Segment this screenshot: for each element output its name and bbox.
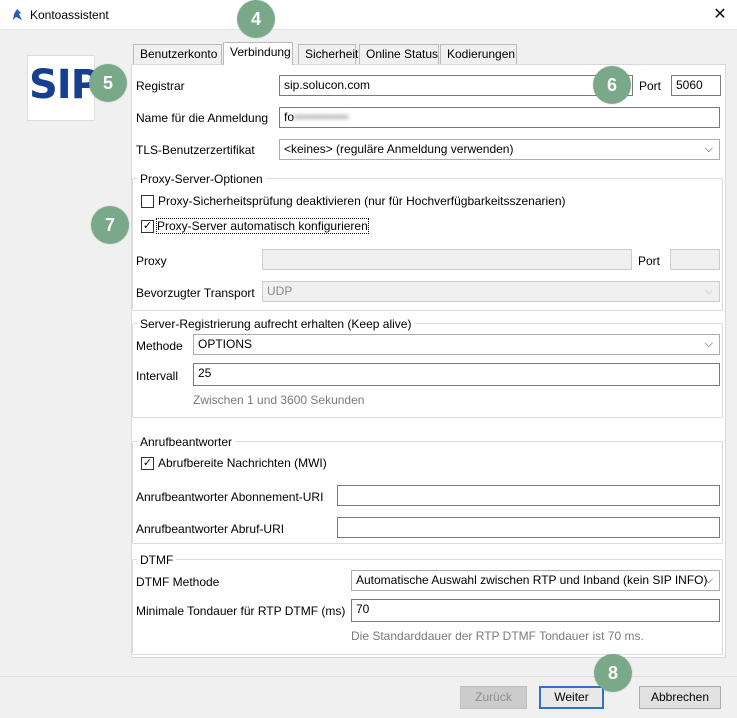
callout-badge-6: 6 (593, 66, 631, 104)
subscription-uri-label: Anrufbeantworter Abonnement-URI (136, 490, 324, 504)
callout-badge-7: 7 (91, 206, 129, 244)
proxy-input[interactable] (262, 249, 632, 270)
chevron-down-icon: ⌵ (704, 285, 713, 297)
callout-badge-5: 5 (89, 64, 127, 102)
chevron-down-icon: ⌵ (704, 574, 713, 586)
cancel-button[interactable]: Abbrechen (639, 686, 721, 709)
tab-sicherheit[interactable]: Sicherheit (298, 44, 358, 64)
mwi-checkbox[interactable]: ✓ (141, 457, 154, 470)
interval-label: Intervall (136, 369, 179, 383)
login-value-redacted: ••••••••••••• (294, 110, 349, 124)
back-button[interactable]: Zurück (460, 686, 527, 709)
port-label: Port (639, 79, 662, 93)
min-duration-label: Minimale Tondauer für RTP DTMF (ms) (136, 604, 346, 618)
next-button[interactable]: Weiter (539, 686, 604, 709)
keepalive-method-label: Methode (136, 339, 183, 353)
registrar-label: Registrar (136, 79, 185, 93)
callout-badge-8: 8 (594, 654, 632, 692)
login-value: fo (284, 110, 295, 124)
transport-select[interactable]: UDP ⌵ (262, 281, 720, 302)
chevron-down-icon: ⌵ (704, 338, 713, 350)
window-title: Kontoassistent (30, 8, 109, 22)
proxy-auto-checkbox[interactable]: ✓ (141, 220, 154, 233)
login-label: Name für die Anmeldung (136, 111, 269, 125)
proxy-security-label: Proxy-Sicherheitsprüfung deaktivieren (n… (158, 194, 566, 208)
app-icon (13, 9, 22, 20)
dtmf-method-label: DTMF Methode (136, 575, 220, 589)
tab-benutzerkonto[interactable]: Benutzerkonto (133, 44, 222, 64)
registrar-input[interactable]: sip.solucon.com (279, 75, 633, 96)
close-icon[interactable]: ✕ (707, 3, 733, 27)
subscription-uri-input[interactable] (337, 485, 720, 506)
tab-kodierungen[interactable]: Kodierungen (440, 44, 517, 64)
proxy-port-label: Port (638, 254, 661, 268)
title-bar (0, 0, 737, 30)
proxy-label: Proxy (136, 254, 167, 268)
dtmf-method-value: Automatische Auswahl zwischen RTP und In… (356, 573, 708, 587)
mwi-label: Abrufbereite Nachrichten (MWI) (158, 456, 327, 470)
retrieval-uri-label: Anrufbeantworter Abruf-URI (136, 522, 285, 536)
callout-badge-4: 4 (237, 0, 275, 38)
dtmf-title: DTMF (137, 553, 177, 567)
keepalive-title: Server-Registrierung aufrecht erhalten (… (137, 317, 415, 331)
tls-select[interactable]: <keines> (reguläre Anmeldung verwenden) … (279, 139, 720, 160)
interval-hint: Zwischen 1 und 3600 Sekunden (193, 393, 365, 407)
tls-value: <keines> (reguläre Anmeldung verwenden) (284, 142, 514, 156)
dtmf-hint: Die Standarddauer der RTP DTMF Tondauer … (351, 629, 644, 643)
voicemail-title: Anrufbeantworter (137, 435, 236, 449)
tab-verbindung[interactable]: Verbindung (223, 42, 293, 65)
chevron-down-icon: ⌵ (704, 143, 713, 155)
tls-label: TLS-Benutzerzertifikat (136, 143, 255, 157)
proxy-security-checkbox[interactable] (141, 195, 154, 208)
transport-value: UDP (267, 284, 293, 298)
proxy-auto-label: Proxy-Server automatisch konfigurieren (156, 218, 369, 234)
keepalive-method-select[interactable]: OPTIONS ⌵ (193, 334, 720, 355)
retrieval-uri-input[interactable] (337, 517, 720, 538)
transport-label: Bevorzugter Transport (136, 286, 255, 300)
proxy-options-title: Proxy-Server-Optionen (137, 172, 266, 186)
tab-online-status[interactable]: Online Status (359, 44, 439, 64)
port-input[interactable]: 5060 (671, 75, 721, 96)
dtmf-method-select[interactable]: Automatische Auswahl zwischen RTP und In… (351, 570, 720, 591)
keepalive-method-value: OPTIONS (198, 337, 253, 351)
min-duration-input[interactable]: 70 (351, 599, 720, 622)
login-input[interactable]: fo••••••••••••• (279, 107, 720, 128)
sip-logo-text: SIP (29, 62, 100, 108)
interval-input[interactable]: 25 (193, 363, 720, 386)
proxy-port-input[interactable] (670, 249, 720, 270)
